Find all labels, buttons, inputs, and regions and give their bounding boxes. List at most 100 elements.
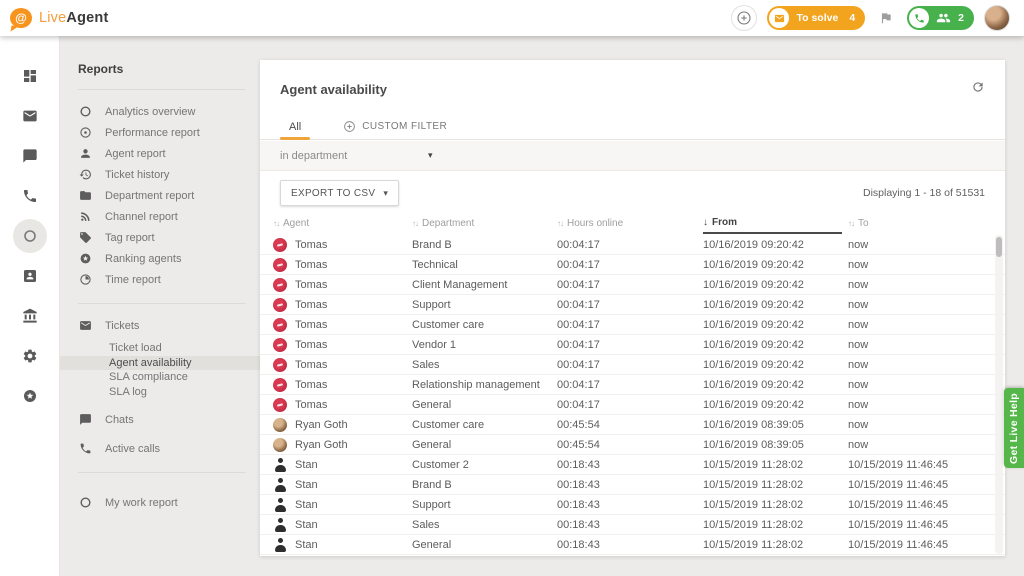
time-report-icon <box>78 273 92 286</box>
table-row[interactable]: Tomas Technical 00:04:17 10/16/2019 09:2… <box>260 255 1005 275</box>
calls-button[interactable]: 2 <box>907 6 974 30</box>
cell-from: 10/16/2019 09:20:42 <box>703 399 848 411</box>
nav-item-time-report[interactable]: Time report <box>60 269 260 290</box>
table-row[interactable]: Stan General 00:18:43 10/15/2019 11:28:0… <box>260 535 1005 555</box>
table-row[interactable]: Tomas Brand B 00:04:17 10/16/2019 09:20:… <box>260 235 1005 255</box>
agent-name: Tomas <box>295 279 327 291</box>
rail-item-chats[interactable] <box>0 136 60 176</box>
column-header-hours-online[interactable]: ↑↓Hours online <box>557 212 703 234</box>
chats-icon <box>78 413 92 426</box>
table-row[interactable]: Tomas Customer care 00:04:17 10/16/2019 … <box>260 315 1005 335</box>
table-row[interactable]: Tomas General 00:04:17 10/16/2019 09:20:… <box>260 395 1005 415</box>
rail-item-contacts[interactable] <box>0 256 60 296</box>
table-row[interactable]: Stan Brand B 00:18:43 10/15/2019 11:28:0… <box>260 475 1005 495</box>
column-header-from[interactable]: ↓From <box>703 212 842 234</box>
liveagent-logo[interactable]: @ LiveAgent <box>10 8 109 28</box>
to-solve-button[interactable]: To solve 4 <box>767 6 865 30</box>
reports-panel: Reports Analytics overview Performance r… <box>60 36 260 576</box>
agents-online-icon <box>936 12 951 24</box>
nav-subitem-sla-compliance[interactable]: SLA compliance <box>60 370 260 385</box>
cell-department: General <box>412 539 557 551</box>
rail-item-settings[interactable] <box>0 336 60 376</box>
divider <box>78 89 245 90</box>
nav-group-tickets[interactable]: Tickets <box>60 315 260 336</box>
nav-item-tag-report[interactable]: Tag report <box>60 227 260 248</box>
table-row[interactable]: Stan Customer 2 00:18:43 10/15/2019 11:2… <box>260 455 1005 475</box>
cell-hours-online: 00:18:43 <box>557 539 703 551</box>
nav-subitem-agent-availability[interactable]: Agent availability <box>60 356 260 371</box>
agent-avatar <box>273 298 287 312</box>
nav-item-chats[interactable]: Chats <box>60 409 260 430</box>
tab-all[interactable]: All <box>280 114 310 139</box>
table-row[interactable]: Tomas Support 00:04:17 10/16/2019 09:20:… <box>260 295 1005 315</box>
sort-desc-icon: ↓ <box>703 217 708 228</box>
cell-from: 10/16/2019 09:20:42 <box>703 319 848 331</box>
table-scrollbar[interactable] <box>995 235 1003 554</box>
calls-count: 2 <box>958 12 964 24</box>
cell-department: Support <box>412 299 557 311</box>
agent-name: Stan <box>295 459 318 471</box>
cell-to: 10/15/2019 11:46:45 <box>848 479 989 491</box>
user-avatar[interactable] <box>984 5 1010 31</box>
cell-hours-online: 00:04:17 <box>557 259 703 271</box>
nav-item-performance-report[interactable]: Performance report <box>60 122 260 143</box>
get-live-help-tab[interactable]: Get Live Help <box>1004 388 1024 468</box>
nav-item-active-calls[interactable]: Active calls <box>60 438 260 459</box>
to-solve-label: To solve <box>796 12 838 24</box>
cell-to: now <box>848 339 989 351</box>
nav-item-ranking-agents[interactable]: Ranking agents <box>60 248 260 269</box>
rail-item-apps[interactable] <box>0 376 60 416</box>
rail-item-reports[interactable] <box>0 216 60 256</box>
nav-item-analytics-overview[interactable]: Analytics overview <box>60 101 260 122</box>
agent-avatar <box>273 458 287 472</box>
column-header-agent[interactable]: ↑↓Agent <box>273 212 412 234</box>
nav-item-my-work-report[interactable]: My work report <box>60 492 260 513</box>
agent-availability-card: Agent availability All CUSTOM FILTER in … <box>260 60 1005 556</box>
table-row[interactable]: Tomas Vendor 1 00:04:17 10/16/2019 09:20… <box>260 335 1005 355</box>
rail-item-dashboard[interactable] <box>0 56 60 96</box>
refresh-button[interactable] <box>971 80 985 94</box>
column-header-department[interactable]: ↑↓Department <box>412 212 557 234</box>
icon-rail <box>0 36 60 576</box>
tab-custom-filter[interactable]: CUSTOM FILTER <box>334 114 456 139</box>
column-header-to[interactable]: ↑↓To <box>848 212 989 234</box>
agent-avatar <box>273 398 287 412</box>
table-body: Tomas Brand B 00:04:17 10/16/2019 09:20:… <box>260 235 1005 555</box>
department-filter-dropdown[interactable]: in department ▾ <box>260 141 1005 171</box>
page-title: Agent availability <box>280 82 387 97</box>
rail-item-tickets[interactable] <box>0 96 60 136</box>
agent-name: Tomas <box>295 399 327 411</box>
table-row[interactable]: Tomas Sales 00:04:17 10/16/2019 09:20:42… <box>260 355 1005 375</box>
agent-name: Tomas <box>295 319 327 331</box>
contact-card-icon <box>22 268 38 284</box>
agent-avatar <box>273 318 287 332</box>
tag-report-icon <box>78 231 92 244</box>
flag-button[interactable] <box>875 7 897 29</box>
agent-name: Stan <box>295 519 318 531</box>
table-row[interactable]: Tomas Relationship management 00:04:17 1… <box>260 375 1005 395</box>
agent-report-icon <box>78 147 92 160</box>
gear-icon <box>22 348 38 364</box>
export-to-csv-button[interactable]: EXPORT TO CSV ▾ <box>280 180 399 206</box>
nav-item-channel-report[interactable]: Channel report <box>60 206 260 227</box>
nav-subitem-sla-log[interactable]: SLA log <box>60 385 260 400</box>
performance-report-icon <box>78 126 92 139</box>
table-row[interactable]: Stan Support 00:18:43 10/15/2019 11:28:0… <box>260 495 1005 515</box>
cell-to: 10/15/2019 11:46:45 <box>848 519 989 531</box>
nav-item-agent-report[interactable]: Agent report <box>60 143 260 164</box>
nav-subitem-ticket-load[interactable]: Ticket load <box>60 341 260 356</box>
scrollbar-thumb[interactable] <box>996 237 1002 257</box>
channel-report-icon <box>78 210 92 223</box>
nav-item-department-report[interactable]: Department report <box>60 185 260 206</box>
cell-hours-online: 00:45:54 <box>557 419 703 431</box>
table-row[interactable]: Ryan Goth Customer care 00:45:54 10/16/2… <box>260 415 1005 435</box>
table-row[interactable]: Stan Sales 00:18:43 10/15/2019 11:28:02 … <box>260 515 1005 535</box>
table-row[interactable]: Tomas Client Management 00:04:17 10/16/2… <box>260 275 1005 295</box>
rail-item-calls[interactable] <box>0 176 60 216</box>
nav-item-ticket-history[interactable]: Ticket history <box>60 164 260 185</box>
add-button[interactable] <box>731 5 757 31</box>
rail-item-billing[interactable] <box>0 296 60 336</box>
table-row[interactable]: Ryan Goth General 00:45:54 10/16/2019 08… <box>260 435 1005 455</box>
agent-avatar <box>273 378 287 392</box>
star-circle-icon <box>22 388 38 404</box>
